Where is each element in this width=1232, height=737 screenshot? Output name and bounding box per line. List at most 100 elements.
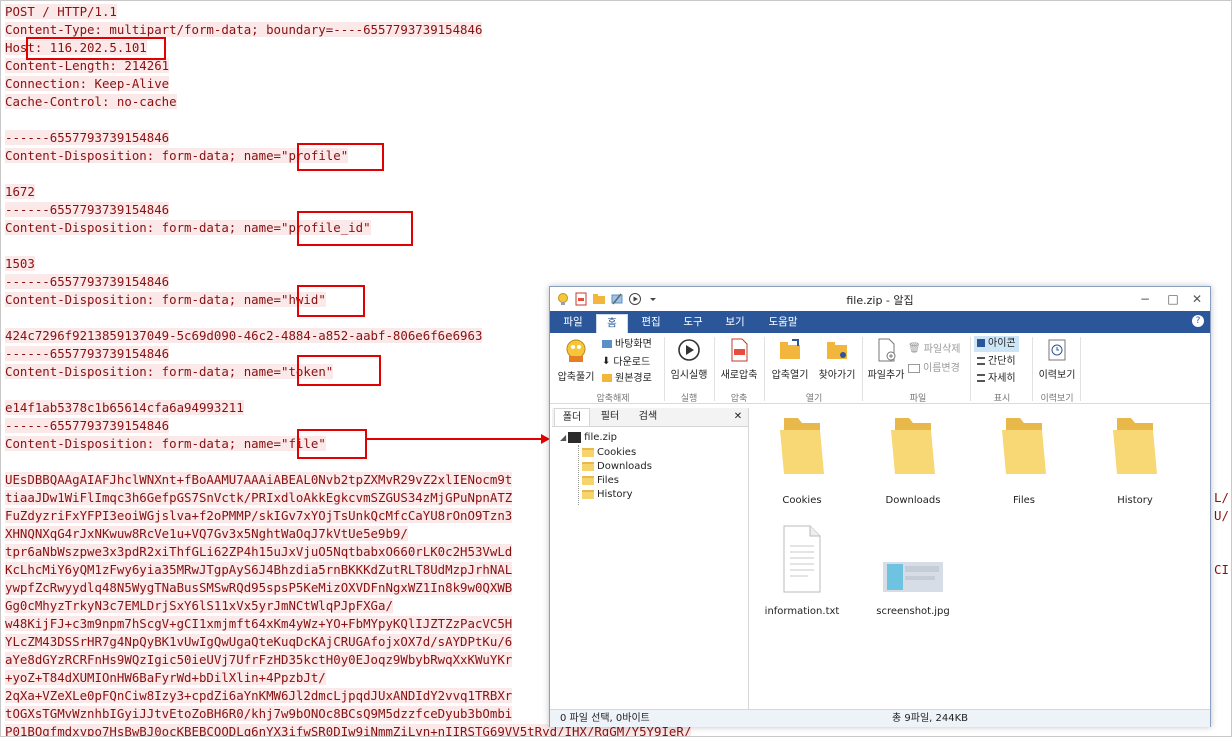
- list-item-information-txt[interactable]: information.txt: [757, 524, 847, 617]
- disposition-line: Content-Disposition: form-data; name="hw…: [5, 292, 326, 307]
- right-edge-fragment: CI: [1214, 562, 1229, 577]
- file-body-line: ywpfZcRwyydlq48N5WygTNaBusSMSwRQd95spsP5…: [5, 580, 513, 595]
- list-item-history[interactable]: History: [1090, 414, 1180, 506]
- minimize-button[interactable]: −: [1134, 290, 1156, 308]
- list-item-screenshot-jpg[interactable]: screenshot.jpg: [868, 524, 958, 617]
- file-body-line: UEsDBBQAAgAIAFJhclWNXnt+fBoAAMU7AAAiABEA…: [5, 472, 513, 487]
- open-folder-icon: [780, 339, 800, 359]
- highlight-box-hwid: [297, 285, 365, 317]
- field-value-profile-id: 1503: [5, 256, 35, 271]
- tab-tools[interactable]: 도구: [676, 314, 710, 333]
- tab-help[interactable]: 도움말: [760, 314, 806, 333]
- right-edge-fragment: L/: [1214, 490, 1229, 505]
- right-edge-fragment: U/: [1214, 508, 1229, 523]
- highlight-box-profile: [297, 143, 384, 171]
- close-icon[interactable]: ✕: [730, 408, 746, 426]
- group-label-run: 실행: [680, 394, 698, 404]
- extract-desktop-button[interactable]: 바탕화면: [602, 337, 652, 353]
- selection-status: 0 파일 선택, 0바이트: [560, 713, 650, 724]
- view-icon-button[interactable]: 아이콘: [974, 336, 1019, 352]
- tree-item-downloads[interactable]: Downloads: [582, 460, 652, 474]
- history-button[interactable]: 이력보기: [1036, 337, 1078, 381]
- collapse-icon[interactable]: ◢: [560, 433, 566, 442]
- separator: [664, 337, 665, 401]
- folder-icon: [1113, 418, 1157, 474]
- boundary-line: ------6557793739154846: [5, 202, 170, 217]
- field-value-token: e14f1ab5378c1b65614cfa6a94993211: [5, 400, 244, 415]
- separator: [970, 337, 971, 401]
- file-body-line: tpr6aNbWszpwe3x3pdR2xiThfGLi62ZP4h15uJxV…: [5, 544, 513, 559]
- cache-control-header: Cache-Control: no-cache: [5, 94, 177, 109]
- tab-filter[interactable]: 필터: [592, 408, 628, 426]
- trash-icon: 🗑: [908, 343, 921, 354]
- separator: [1032, 337, 1033, 401]
- group-label-open: 열기: [805, 394, 823, 404]
- folder-icon: [780, 418, 824, 474]
- file-body-line: aYe8dGYzRCRFnHs9WQzIgic50ieUVj7UfrFzHD35…: [5, 652, 513, 667]
- find-button[interactable]: 찾아가기: [814, 337, 860, 381]
- extract-button[interactable]: 압축풀기: [556, 337, 596, 383]
- tab-file[interactable]: 파일: [554, 314, 592, 333]
- folder-icon: [582, 461, 594, 471]
- file-body-line: w48KijFJ+c3m9npm7hScgV+gCI1xmjmft64xKm4y…: [5, 616, 513, 631]
- tab-view[interactable]: 보기: [718, 314, 752, 333]
- group-label-extract: 압축해제: [596, 394, 630, 404]
- zip-file-icon: [731, 338, 748, 362]
- separator: [714, 337, 715, 401]
- maximize-button[interactable]: □: [1162, 290, 1184, 308]
- tree-item-files[interactable]: Files: [582, 474, 619, 488]
- temp-run-button[interactable]: 임시실행: [668, 337, 710, 381]
- folder-icon: [582, 447, 594, 457]
- disposition-line: Content-Disposition: form-data; name="fi…: [5, 436, 326, 451]
- field-value-profile: 1672: [5, 184, 35, 199]
- highlight-box-profile-id: [297, 211, 413, 246]
- rename-button[interactable]: 이름변경: [908, 361, 960, 377]
- view-simple-button[interactable]: 간단히: [977, 354, 1016, 370]
- file-body-line: tiaaJDw1WiFlImqc3h6GefpGS7SnVctk/PRIxdlo…: [5, 490, 513, 505]
- tab-search[interactable]: 검색: [630, 408, 666, 426]
- view-detail-button[interactable]: 자세히: [977, 371, 1016, 387]
- annotation-arrow: [365, 434, 550, 444]
- group-label-file: 파일: [909, 394, 927, 404]
- tree-root[interactable]: ◢ file.zip: [560, 431, 617, 445]
- file-list: Cookies Downloads Files History informat…: [749, 408, 1210, 709]
- image-file-icon: [883, 562, 943, 592]
- play-circle-icon: [678, 339, 700, 361]
- open-archive-button[interactable]: 압축열기: [768, 337, 812, 381]
- add-file-icon: [878, 338, 896, 362]
- new-archive-button[interactable]: 새로압축: [718, 337, 760, 381]
- folder-icon: [582, 489, 594, 499]
- tree-item-cookies[interactable]: Cookies: [582, 446, 636, 460]
- download-icon: ⬇: [602, 356, 611, 367]
- extract-original-button[interactable]: 원본경로: [602, 371, 652, 387]
- title-bar: file.zip - 알집 − □ ✕: [550, 287, 1210, 311]
- file-body-line: YLcZM43DSSrHR7g4NpQyBK1vUwIgQwUgaQteKuqD…: [5, 634, 513, 649]
- tree-item-history[interactable]: History: [582, 488, 633, 502]
- highlight-box-file: [297, 429, 367, 459]
- tab-edit[interactable]: 편집: [634, 314, 668, 333]
- ribbon-tabs: 파일 홈 편집 도구 보기 도움말 ?: [550, 311, 1210, 333]
- folder-icon: [602, 374, 612, 382]
- request-line: POST / HTTP/1.1: [5, 4, 117, 19]
- boundary-line: ------6557793739154846: [5, 346, 170, 361]
- window-title: file.zip - 알집: [846, 294, 914, 307]
- list-item-cookies[interactable]: Cookies: [757, 414, 847, 506]
- file-body-line: 2qXa+VZeXLe0pFQnCiw8Izy3+cpdZi6aYnKMW6Jl…: [5, 688, 513, 703]
- highlight-box-token: [297, 355, 381, 386]
- group-label-compress: 압축: [730, 394, 748, 404]
- delete-file-button[interactable]: 🗑 파일삭제: [908, 341, 961, 357]
- list-item-files[interactable]: Files: [979, 414, 1069, 506]
- archive-window: file.zip - 알집 − □ ✕ 파일 홈 편집 도구 보기 도움말 ? …: [549, 286, 1211, 727]
- boundary-line: ------6557793739154846: [5, 130, 170, 145]
- total-status: 총 9파일, 244KB: [892, 713, 969, 724]
- help-icon[interactable]: ?: [1192, 315, 1204, 327]
- add-file-button[interactable]: 파일추가: [866, 337, 906, 381]
- extract-downloads-button[interactable]: ⬇ 다운로드: [602, 354, 650, 370]
- separator: [862, 337, 863, 401]
- file-body-line: +yoZ+T84dXUMIOnHW6BaFyrWd+bDilXlin+4Ppzb…: [5, 670, 326, 685]
- close-button[interactable]: ✕: [1186, 290, 1208, 308]
- status-bar: 0 파일 선택, 0바이트 총 9파일, 244KB: [550, 709, 1210, 727]
- tab-folder[interactable]: 폴더: [554, 408, 590, 426]
- list-item-downloads[interactable]: Downloads: [868, 414, 958, 506]
- tab-home[interactable]: 홈: [596, 314, 628, 333]
